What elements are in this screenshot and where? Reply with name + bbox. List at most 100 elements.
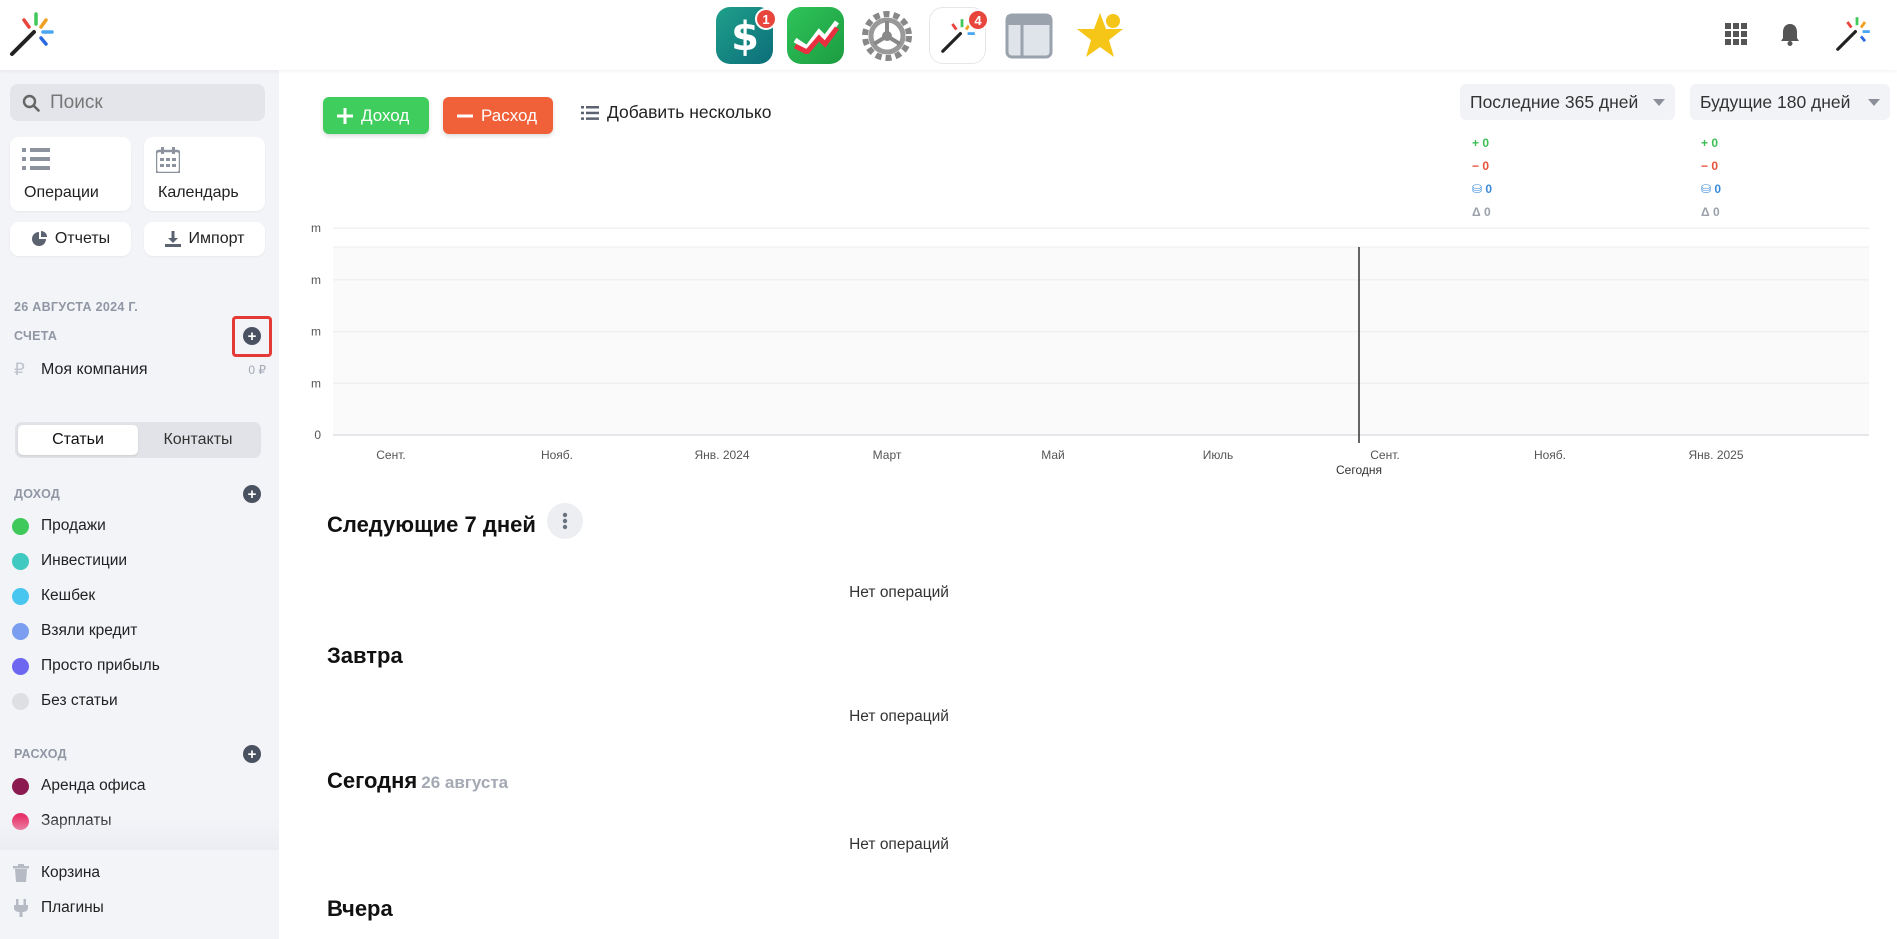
empty-operations-text: Нет операций xyxy=(849,836,949,853)
future-income-total: + 0 xyxy=(1701,136,1719,150)
plus-icon xyxy=(337,107,353,124)
top-bar: $ 1 4 xyxy=(0,0,1897,70)
category-label: Кешбек xyxy=(41,587,96,604)
star-app-icon[interactable] xyxy=(1071,7,1128,64)
x-tick-label: Янв. 2025 xyxy=(1688,448,1743,462)
list-icon xyxy=(581,105,599,120)
nav-calendar[interactable]: Календарь xyxy=(144,137,265,211)
y-tick-label: 0 xyxy=(314,428,321,442)
bell-icon[interactable] xyxy=(1777,21,1803,47)
category-label: Аренда офиса xyxy=(41,777,146,794)
future-range-value: Будущие 180 дней xyxy=(1700,91,1851,112)
x-tick-label: Май xyxy=(1041,448,1065,462)
list-icon xyxy=(22,148,50,170)
main-content: Доход Расход Добавить несколько Последни… xyxy=(279,70,1897,939)
nav-reports[interactable]: Отчеты xyxy=(10,222,131,256)
nav-operations[interactable]: Операции xyxy=(10,137,131,211)
category-item[interactable]: Кешбек xyxy=(12,587,95,605)
add-income-button[interactable]: Доход xyxy=(323,97,429,134)
apps-grid-icon[interactable] xyxy=(1723,21,1749,47)
trash-icon xyxy=(13,864,29,882)
nav-operations-label: Операции xyxy=(24,184,99,201)
account-amount: 0 ₽ xyxy=(248,363,266,377)
category-label: Просто прибыль xyxy=(41,657,160,674)
add-income-category-button[interactable]: + xyxy=(243,485,261,503)
minus-icon xyxy=(457,114,473,117)
category-color-dot xyxy=(12,622,29,640)
chevron-down-icon xyxy=(1868,98,1880,106)
scroll-fade xyxy=(0,816,279,850)
nav-reports-label: Отчеты xyxy=(54,230,111,247)
settings-app-icon[interactable] xyxy=(858,7,915,64)
plugins-label: Плагины xyxy=(41,899,104,916)
chevron-down-icon xyxy=(1653,98,1665,106)
tab-items[interactable]: Статьи xyxy=(18,425,138,455)
income-section-label: ДОХОД xyxy=(14,487,61,501)
search-box[interactable] xyxy=(10,84,265,121)
accounts-label: СЧЕТА xyxy=(14,329,58,343)
category-label: Инвестиции xyxy=(41,552,128,569)
category-item[interactable]: Просто прибыль xyxy=(12,657,160,675)
category-color-dot xyxy=(12,587,29,605)
search-icon xyxy=(22,94,40,112)
category-item[interactable]: Аренда офиса xyxy=(12,777,146,795)
x-tick-label: Нояб. xyxy=(541,448,573,462)
chart-app-icon[interactable] xyxy=(787,7,844,64)
add-expense-category-button[interactable]: + xyxy=(243,745,261,763)
section-more-button[interactable] xyxy=(547,503,583,539)
section-title-next7: Следующие 7 дней xyxy=(327,512,536,537)
section-title-tomorrow: Завтра xyxy=(327,643,403,668)
pie-chart-icon xyxy=(31,231,47,246)
account-item[interactable]: ₽ Моя компания 0 ₽ xyxy=(14,360,266,380)
x-tick-label: Нояб. xyxy=(1534,448,1566,462)
download-icon xyxy=(164,231,181,247)
account-name: Моя компания xyxy=(41,361,148,378)
layout-app-icon[interactable] xyxy=(1000,7,1057,64)
category-color-dot xyxy=(12,552,29,570)
category-item[interactable]: Продажи xyxy=(12,517,106,535)
nav-import[interactable]: Импорт xyxy=(144,222,265,256)
app-switcher: $ 1 4 xyxy=(716,7,1128,64)
expense-section-label: РАСХОД xyxy=(14,747,67,761)
y-tick-label: 400 m xyxy=(309,325,321,339)
search-input[interactable] xyxy=(50,91,250,114)
category-item[interactable]: Взяли кредит xyxy=(12,622,137,640)
category-color-dot xyxy=(12,517,29,535)
top-right-actions xyxy=(1723,12,1875,56)
cashflow-chart: 0 200 m 400 m 600 m 800 m Сент. Нояб. Янв. 2024… xyxy=(309,221,1869,477)
x-tick-label: Сент. xyxy=(1370,448,1399,462)
future-range-select[interactable]: Будущие 180 дней xyxy=(1690,84,1890,120)
today-marker-label: Сегодня xyxy=(1336,463,1382,477)
plugins-link[interactable]: Плагины xyxy=(13,899,104,917)
add-several-label: Добавить несколько xyxy=(607,102,772,122)
notification-badge: 1 xyxy=(755,8,777,30)
x-tick-label: Янв. 2024 xyxy=(694,448,749,462)
past-range-select[interactable]: Последние 365 дней xyxy=(1460,84,1675,120)
logo-wand-icon[interactable] xyxy=(6,10,56,60)
section-title-today: Сегодня 26 августа xyxy=(327,768,509,793)
past-income-total: + 0 xyxy=(1472,136,1490,150)
add-expense-button[interactable]: Расход xyxy=(443,97,553,134)
add-expense-label: Расход xyxy=(481,105,538,125)
category-label: Взяли кредит xyxy=(41,622,138,639)
category-color-dot xyxy=(12,657,29,675)
user-avatar-wand-icon[interactable] xyxy=(1831,12,1875,56)
section-title-yesterday: Вчера xyxy=(327,896,393,921)
today-date: 26 августа xyxy=(421,773,509,792)
current-date-label: 26 АВГУСТА 2024 Г. xyxy=(14,300,139,314)
category-label: Без статьи xyxy=(41,692,118,709)
empty-operations-text: Нет операций xyxy=(849,708,949,725)
trash-link[interactable]: Корзина xyxy=(13,864,100,882)
add-several-button[interactable]: Добавить несколько xyxy=(581,102,771,123)
wand-app-icon[interactable]: 4 xyxy=(929,7,989,64)
category-item[interactable]: Инвестиции xyxy=(12,552,127,570)
category-item[interactable]: Без статьи xyxy=(12,692,118,710)
y-tick-label: 600 m xyxy=(309,273,321,287)
kebab-menu-icon xyxy=(562,512,568,530)
y-tick-label: 200 m xyxy=(309,376,321,390)
tab-contacts[interactable]: Контакты xyxy=(138,425,258,455)
category-label: Продажи xyxy=(41,517,106,534)
chart-plot-area xyxy=(333,247,1869,435)
money-app-icon[interactable]: $ 1 xyxy=(716,7,777,64)
category-color-dot xyxy=(12,692,29,710)
